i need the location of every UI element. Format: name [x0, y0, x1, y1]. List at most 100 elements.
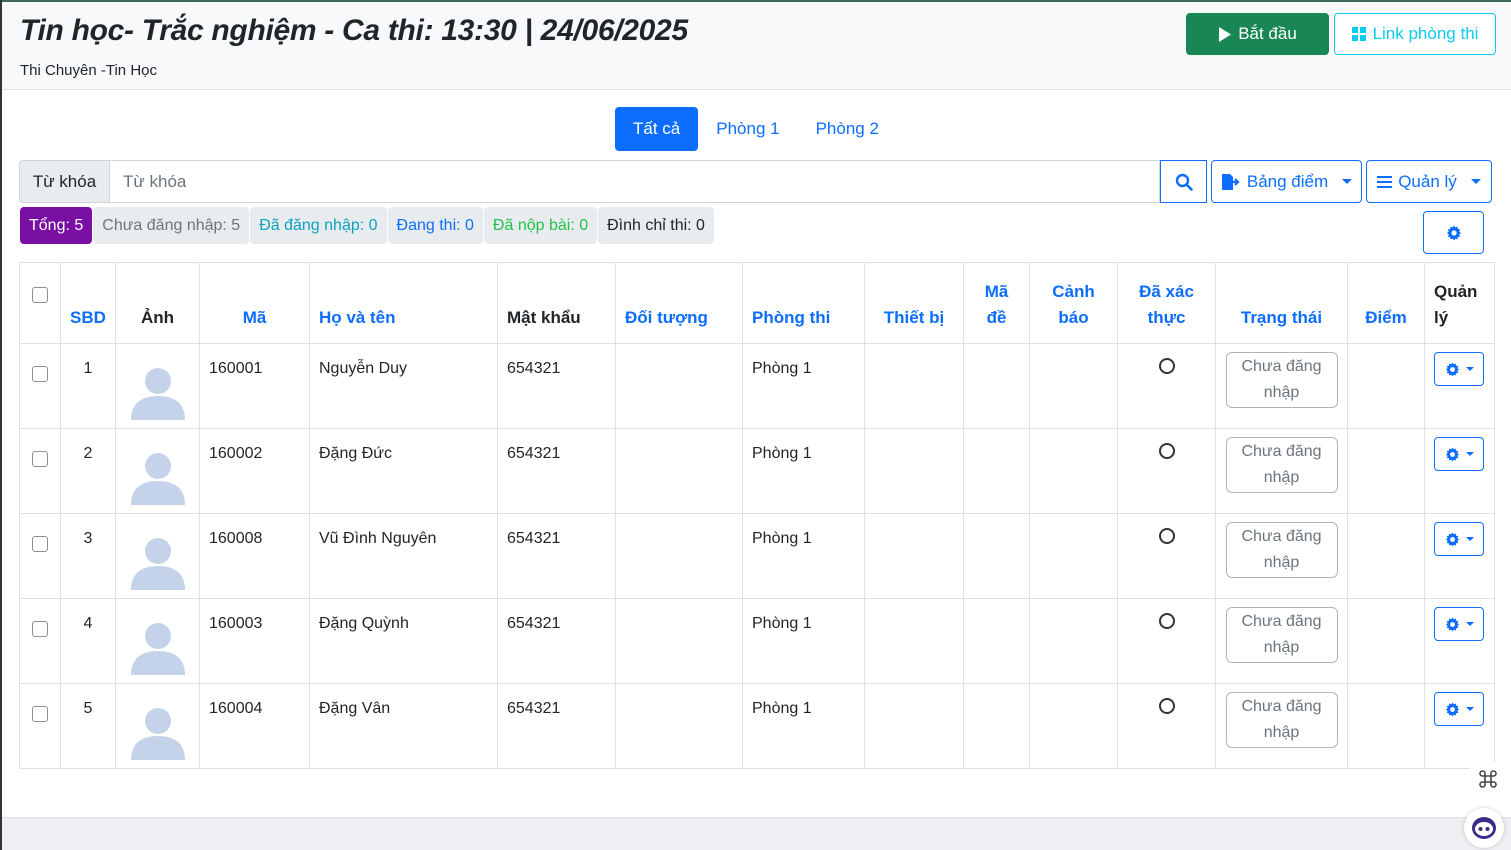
col-password: Mật khẩu [497, 262, 616, 344]
cell-device [864, 513, 964, 599]
cell-warning [1029, 513, 1118, 599]
select-all-checkbox[interactable] [32, 287, 48, 303]
table-row: 1 160001 Nguyễn Duy 654321 Phòng 1 Chưa đăng n… [19, 343, 1495, 429]
table-header-row: SBD Ảnh Mã Họ và tên Mật khẩu Đối tượng … [19, 262, 1495, 344]
col-score[interactable]: Điểm [1347, 262, 1425, 344]
bot-icon[interactable] [1464, 808, 1504, 848]
cell-name: Nguyễn Duy [309, 343, 498, 429]
row-actions-button[interactable] [1434, 437, 1484, 471]
cell-sbd: 1 [60, 343, 116, 429]
cell-password: 654321 [497, 343, 616, 429]
cell-photo [115, 513, 200, 599]
scoreboard-label: Bảng điểm [1246, 171, 1329, 191]
chevron-down-icon [1470, 179, 1481, 184]
verified-status-icon [1158, 358, 1175, 374]
row-actions-button[interactable] [1434, 692, 1484, 726]
row-actions-button[interactable] [1434, 607, 1484, 641]
cell-room: Phòng 1 [742, 513, 865, 599]
col-name[interactable]: Họ và tên [309, 262, 498, 344]
col-device[interactable]: Thiết bị [864, 262, 964, 344]
command-glyph [1479, 770, 1497, 788]
table-row: 4 160003 Đặng Quỳnh 654321 Phòng 1 Chưa đăng n… [19, 598, 1495, 684]
cell-verified [1117, 598, 1216, 684]
stat-not-logged-in[interactable]: Chưa đăng nhập: 5 [93, 207, 250, 244]
col-exam-code[interactable]: Mã đề [963, 262, 1030, 344]
col-target[interactable]: Đối tượng [615, 262, 743, 344]
verified-status-icon [1158, 528, 1175, 544]
col-sbd[interactable]: SBD [60, 262, 116, 344]
tab-all[interactable]: Tất cả [615, 107, 699, 151]
search-bar: Từ khóa Bảng điểm Quản lý [19, 160, 1494, 203]
stat-taking-exam[interactable]: Đang thi: 0 [387, 207, 483, 244]
page-header: Tin học- Trắc nghiệm - Ca thi: 13:30 | 2… [2, 0, 1511, 90]
table-row: 2 160002 Đặng Đức 654321 Phòng 1 Chưa đăng nhậ… [19, 428, 1495, 514]
tab-room-1[interactable]: Phòng 1 [698, 107, 797, 151]
col-status[interactable]: Trạng thái [1215, 262, 1348, 344]
start-button[interactable]: Bắt đầu [1186, 13, 1329, 55]
avatar-placeholder-icon [130, 538, 185, 590]
cell-score [1347, 343, 1425, 429]
col-exam-code-line2: đề [986, 308, 1007, 327]
gear-icon [1445, 446, 1459, 462]
cell-verified [1117, 428, 1216, 514]
cell-exam-code [963, 513, 1030, 599]
command-icon[interactable] [1470, 762, 1506, 796]
cell-photo [115, 683, 200, 769]
row-checkbox[interactable] [32, 451, 48, 467]
cell-status: Chưa đăng nhập [1215, 428, 1348, 514]
table-row: 3 160008 Vũ Đình Nguyên 654321 Phòng 1 Chưa đ… [19, 513, 1495, 599]
col-manage-line2: lý [1434, 308, 1449, 327]
row-checkbox[interactable] [32, 366, 48, 382]
chevron-down-icon [1465, 452, 1474, 456]
cell-status: Chưa đăng nhập [1215, 683, 1348, 769]
status-line1: Chưa đăng [1241, 698, 1322, 715]
cell-code: 160004 [199, 683, 310, 769]
status-summary: Tổng: 5 Chưa đăng nhập: 5 Đã đăng nhập: … [20, 207, 714, 244]
status-line2: nhập [1263, 724, 1300, 741]
stat-suspended[interactable]: Đình chỉ thi: 0 [598, 207, 714, 244]
tab-room-2[interactable]: Phòng 2 [798, 107, 897, 151]
search-input[interactable] [110, 160, 1160, 203]
bot-glyph [1472, 817, 1496, 839]
row-checkbox[interactable] [32, 706, 48, 722]
col-code[interactable]: Mã [199, 262, 310, 344]
cell-target [615, 428, 743, 514]
grid-icon [1351, 26, 1366, 41]
gear-icon [1445, 616, 1459, 632]
search-button[interactable] [1160, 160, 1207, 203]
col-room[interactable]: Phòng thi [742, 262, 865, 344]
status-badge: Chưa đăng nhập [1225, 607, 1338, 663]
cell-sbd: 5 [60, 683, 116, 769]
stat-total[interactable]: Tổng: 5 [20, 207, 93, 244]
cell-exam-code [963, 428, 1030, 514]
cell-sbd: 2 [60, 428, 116, 514]
row-checkbox[interactable] [32, 536, 48, 552]
status-badge: Chưa đăng nhập [1225, 522, 1338, 578]
avatar-placeholder-icon [130, 623, 185, 675]
col-warning-line1: Cảnh [1052, 282, 1095, 301]
stat-logged-in[interactable]: Đã đăng nhập: 0 [250, 207, 387, 244]
page-title: Tin học- Trắc nghiệm - Ca thi: 13:30 | 2… [20, 14, 688, 47]
col-warning[interactable]: Cảnh báo [1029, 262, 1118, 344]
cell-photo [115, 598, 200, 684]
cell-target [615, 598, 743, 684]
col-verified[interactable]: Đã xác thực [1117, 262, 1216, 344]
stat-submitted[interactable]: Đã nộp bài: 0 [483, 207, 598, 244]
scoreboard-dropdown-button[interactable]: Bảng điểm [1211, 160, 1362, 203]
manage-label: Quản lý [1398, 171, 1457, 191]
select-all-header [19, 262, 61, 344]
cell-room: Phòng 1 [742, 428, 865, 514]
cell-name: Đặng Vân [309, 683, 498, 769]
column-settings-button[interactable] [1423, 211, 1484, 254]
avatar-placeholder-icon [130, 453, 185, 505]
row-actions-button[interactable] [1434, 522, 1484, 556]
row-checkbox[interactable] [32, 621, 48, 637]
exam-room-link-button[interactable]: Link phòng thi [1334, 13, 1496, 55]
manage-dropdown-button[interactable]: Quản lý [1366, 160, 1492, 203]
row-actions-button[interactable] [1434, 352, 1484, 386]
cell-status: Chưa đăng nhập [1215, 343, 1348, 429]
row-select-cell [19, 513, 61, 599]
exam-room-link-label: Link phòng thi [1372, 24, 1479, 43]
cell-exam-code [963, 598, 1030, 684]
status-line2: nhập [1263, 639, 1300, 656]
